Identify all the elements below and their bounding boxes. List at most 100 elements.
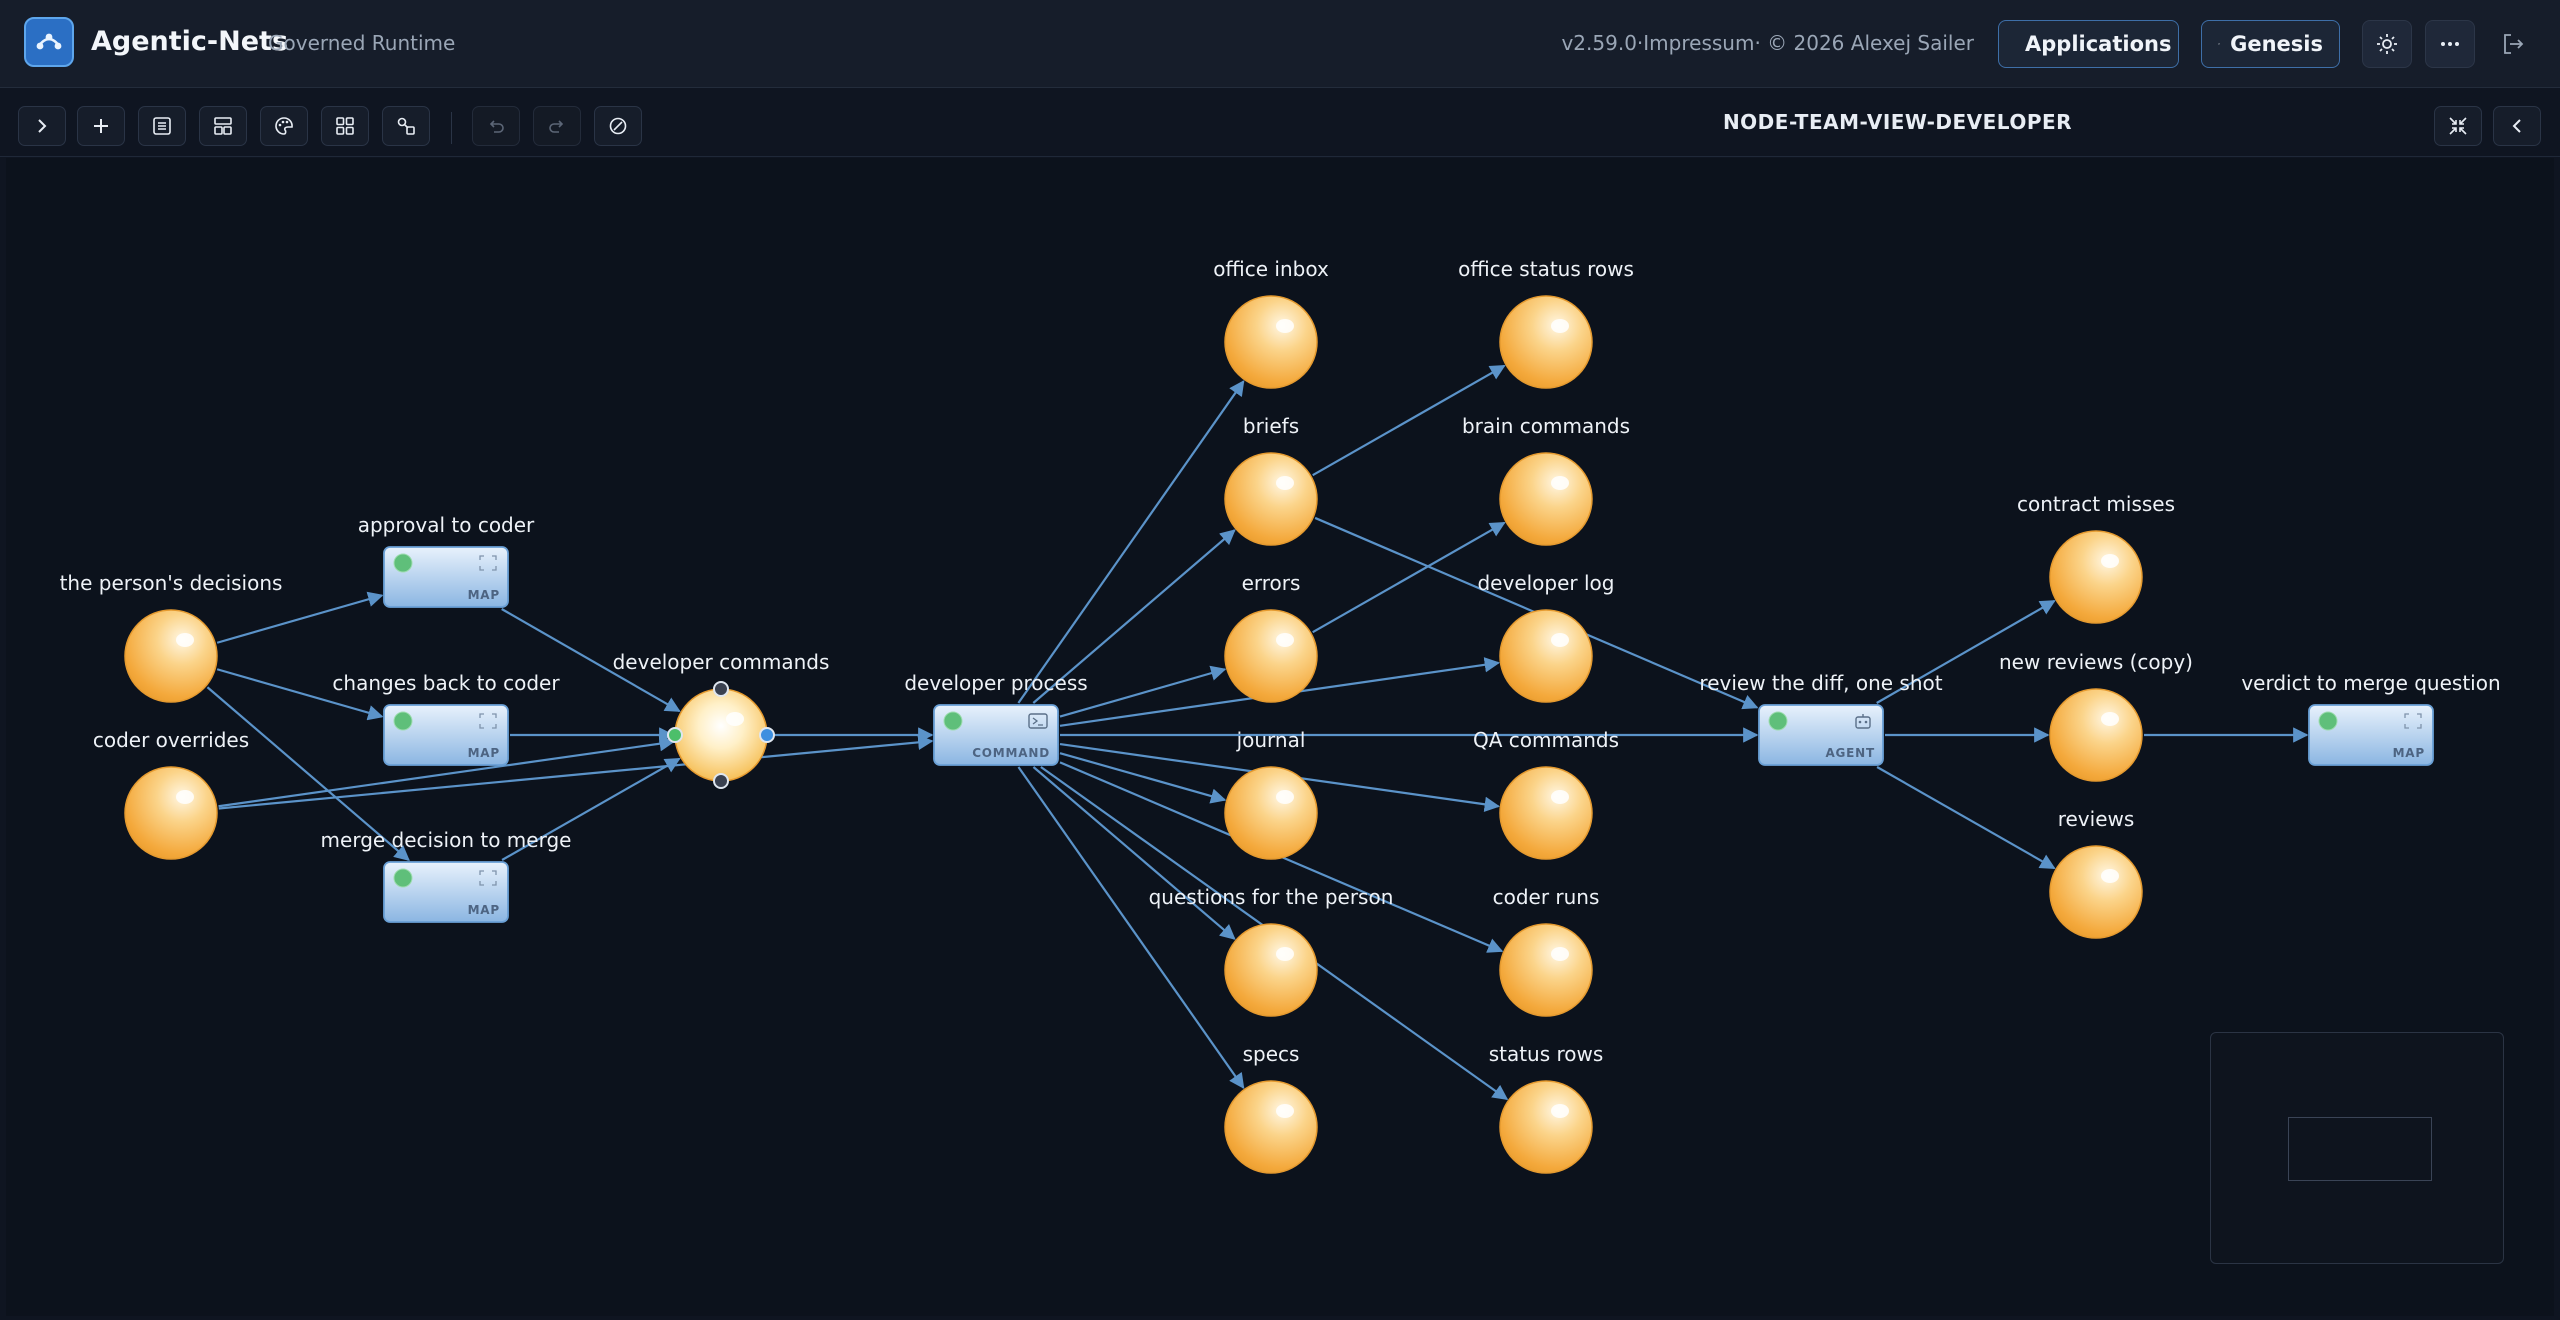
place-label: status rows	[1489, 1042, 1604, 1066]
place-label: coder runs	[1493, 885, 1600, 909]
layout-button[interactable]	[199, 106, 247, 146]
panel-collapse-button[interactable]	[2493, 106, 2541, 146]
version-info[interactable]: v2.59.0·Impressum· © 2026 Alexej Sailer	[1561, 31, 1974, 55]
panel-collapse-icon	[2512, 119, 2521, 133]
transition-kind: MAP	[2393, 746, 2425, 760]
place-label: contract misses	[2017, 492, 2175, 516]
connect-icon	[397, 117, 415, 135]
transition-review[interactable]: AGENT review the diff, one shot	[1699, 671, 1943, 766]
connect-handle[interactable]	[667, 727, 683, 743]
enabled-indicator	[2318, 711, 2338, 731]
transition-merge[interactable]: MAP merge decision to merge	[321, 828, 572, 923]
fullscreen-collapse-button[interactable]	[2434, 106, 2482, 146]
transition-verdict[interactable]: MAP verdict to merge question	[2241, 671, 2501, 766]
editor-toolbar	[0, 97, 2560, 157]
logout-icon	[2504, 34, 2524, 54]
layout-icon	[214, 117, 232, 135]
palette-icon	[275, 117, 293, 135]
transition-label: verdict to merge question	[2241, 671, 2500, 695]
place-decisions[interactable]: the person's decisions	[60, 571, 283, 703]
add-icon	[94, 119, 108, 133]
transition-kind: MAP	[468, 746, 500, 760]
connect-handle[interactable]	[759, 727, 775, 743]
place-newrev[interactable]: new reviews (copy)	[1999, 650, 2193, 782]
place-label: specs	[1243, 1042, 1300, 1066]
enabled-indicator	[393, 711, 413, 731]
genesis-button[interactable]: Genesis	[2201, 20, 2340, 68]
place-label: reviews	[2058, 807, 2135, 831]
place-brain[interactable]: brain commands	[1462, 414, 1630, 546]
place-briefs[interactable]: briefs	[1224, 414, 1318, 546]
arc-t_process-p_specs[interactable]	[1017, 766, 1245, 1089]
connect-handle[interactable]	[713, 773, 729, 789]
place-misses[interactable]: contract misses	[2017, 492, 2175, 624]
place-statusrows[interactable]: status rows	[1489, 1042, 1604, 1174]
place-inbox[interactable]: office inbox	[1213, 257, 1329, 389]
place-overrides[interactable]: coder overrides	[93, 728, 249, 860]
app-title: Agentic-Nets	[91, 26, 289, 57]
theme-toggle-button[interactable]	[2362, 20, 2412, 68]
place-label: developer log	[1477, 571, 1614, 595]
minimap-viewport[interactable]	[2288, 1117, 2432, 1181]
net-title: NODE-TEAM-VIEW-DEVELOPER	[1722, 110, 2073, 134]
applications-label: Applications	[2025, 32, 2172, 56]
place-label: the person's decisions	[60, 571, 283, 595]
transition-label: approval to coder	[358, 513, 535, 537]
arc-t_review-p_reviews[interactable]	[1876, 766, 2056, 870]
petri-net-graph[interactable]: the person's decisions coder overrides dev…	[6, 158, 2554, 1316]
place-label: questions for the person	[1149, 885, 1394, 909]
place-label: QA commands	[1473, 728, 1619, 752]
transition-changes[interactable]: MAP changes back to coder	[332, 671, 560, 766]
more-icon	[2441, 42, 2459, 46]
arc-p_decisions-t_approval[interactable]	[216, 591, 384, 644]
undo-button[interactable]	[472, 106, 520, 146]
net-canvas[interactable]: the person's decisions coder overrides dev…	[6, 158, 2554, 1316]
add-node-button[interactable]	[77, 106, 125, 146]
transition-process[interactable]: COMMAND developer process	[904, 671, 1088, 766]
connect-button[interactable]	[382, 106, 430, 146]
place-errors[interactable]: errors	[1224, 571, 1318, 703]
arc-t_process-p_inbox[interactable]	[1017, 380, 1245, 704]
place-journal[interactable]: journal	[1224, 728, 1318, 860]
redo-button[interactable]	[533, 106, 581, 146]
expand-chevron-icon	[38, 119, 47, 133]
transition-kind: MAP	[468, 903, 500, 917]
transition-label: merge decision to merge	[321, 828, 572, 852]
network-logo-icon[interactable]	[24, 17, 74, 67]
place-label: office status rows	[1458, 257, 1634, 281]
place-specs[interactable]: specs	[1224, 1042, 1318, 1174]
place-qa[interactable]: QA commands	[1473, 728, 1619, 860]
connect-handle[interactable]	[713, 681, 729, 697]
arc-t_process-p_journal[interactable]	[1059, 752, 1227, 804]
applications-button[interactable]: Applications	[1998, 20, 2179, 68]
enabled-indicator	[1768, 711, 1788, 731]
place-reviews[interactable]: reviews	[2049, 807, 2143, 939]
enabled-indicator	[943, 711, 963, 731]
place-questions[interactable]: questions for the person	[1149, 885, 1394, 1017]
validate-button[interactable]	[594, 106, 642, 146]
more-menu-button[interactable]	[2425, 20, 2475, 68]
expand-sidebar-button[interactable]	[18, 106, 66, 146]
enabled-indicator	[393, 553, 413, 573]
minimap[interactable]	[2210, 1032, 2504, 1264]
enabled-indicator	[393, 868, 413, 888]
transition-approval[interactable]: MAP approval to coder	[358, 513, 535, 608]
place-coder[interactable]: coder runs	[1493, 885, 1600, 1017]
logout-button[interactable]	[2488, 20, 2538, 68]
place-label: developer commands	[613, 650, 830, 674]
transition-kind: MAP	[468, 588, 500, 602]
place-label: new reviews (copy)	[1999, 650, 2193, 674]
list-icon	[153, 117, 171, 135]
grid-icon	[336, 117, 354, 135]
arc-p_errors-p_brain[interactable]	[1312, 521, 1506, 634]
genesis-label: Genesis	[2230, 32, 2323, 56]
toolbar-separator	[451, 112, 452, 144]
transition-kind: COMMAND	[972, 746, 1050, 760]
place-label: coder overrides	[93, 728, 249, 752]
arc-p_overrides-t_process[interactable]	[218, 734, 934, 810]
grid-button[interactable]	[321, 106, 369, 146]
transition-label: developer process	[904, 671, 1087, 695]
palette-button[interactable]	[260, 106, 308, 146]
list-view-button[interactable]	[138, 106, 186, 146]
place-status[interactable]: office status rows	[1458, 257, 1634, 389]
